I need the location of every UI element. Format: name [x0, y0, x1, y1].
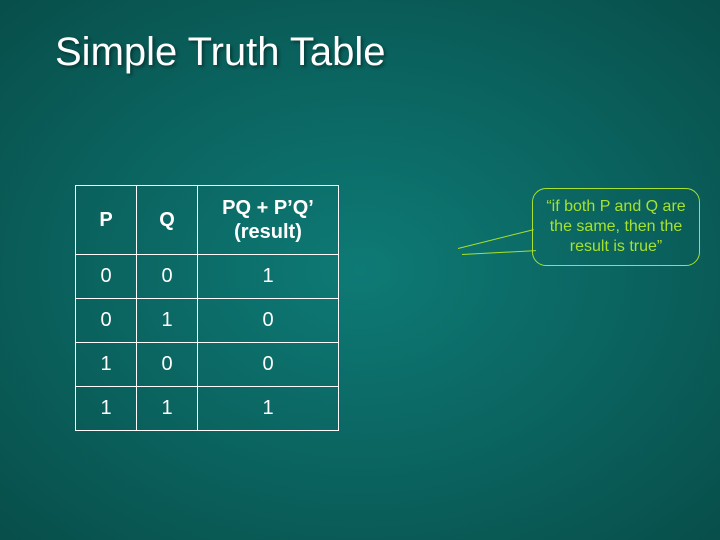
cell-q: 1	[137, 299, 198, 343]
cell-p: 1	[76, 387, 137, 431]
cell-result: 0	[198, 343, 339, 387]
callout-connector-line	[462, 250, 536, 255]
table-row: 1 1 1	[76, 387, 339, 431]
cell-p: 0	[76, 255, 137, 299]
truth-table: P Q PQ + P’Q’ (result) 0 0 1 0 1 0 1 0	[75, 185, 339, 431]
callout-text: “if both P and Q are the same, then the …	[546, 198, 685, 255]
cell-result: 0	[198, 299, 339, 343]
header-result: PQ + P’Q’ (result)	[198, 186, 339, 255]
callout-connector-line	[458, 229, 534, 249]
table-row: 0 1 0	[76, 299, 339, 343]
cell-q: 0	[137, 255, 198, 299]
slide: Simple Truth Table P Q PQ + P’Q’ (result…	[0, 0, 720, 540]
header-p: P	[76, 186, 137, 255]
slide-title: Simple Truth Table	[55, 30, 386, 75]
table-row: 0 0 1	[76, 255, 339, 299]
cell-q: 0	[137, 343, 198, 387]
cell-p: 0	[76, 299, 137, 343]
callout-box: “if both P and Q are the same, then the …	[532, 188, 700, 266]
cell-result: 1	[198, 255, 339, 299]
table-row: 1 0 0	[76, 343, 339, 387]
cell-p: 1	[76, 343, 137, 387]
header-result-line1: PQ + P’Q’	[222, 197, 314, 219]
header-result-line2: (result)	[234, 221, 302, 243]
cell-result: 1	[198, 387, 339, 431]
cell-q: 1	[137, 387, 198, 431]
table-header-row: P Q PQ + P’Q’ (result)	[76, 186, 339, 255]
header-q: Q	[137, 186, 198, 255]
